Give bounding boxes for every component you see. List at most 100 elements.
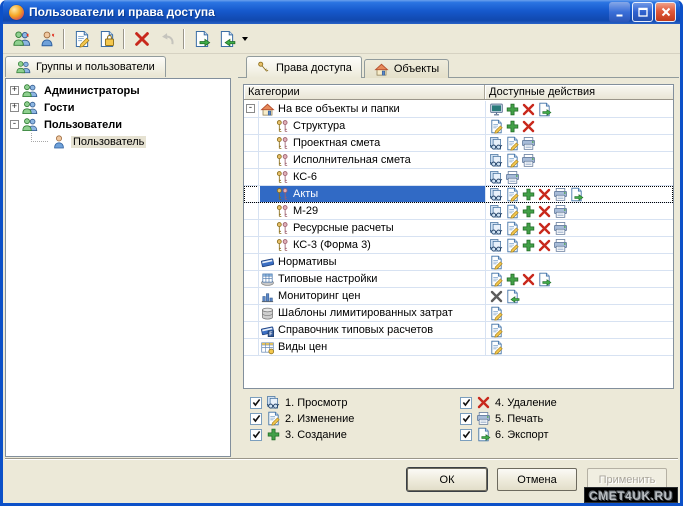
category-row[interactable]: КС-6 (244, 169, 673, 186)
tree-item[interactable]: - Пользователи (6, 116, 230, 133)
row-gutter (244, 254, 259, 270)
keys-icon (275, 221, 290, 236)
actions-cell (485, 305, 673, 321)
checkbox-checked[interactable] (250, 396, 262, 409)
ok-button[interactable]: ОК (407, 468, 487, 491)
category-row[interactable]: М-29 (244, 203, 673, 220)
checkbox-checked[interactable] (460, 412, 472, 425)
undo-button[interactable] (154, 26, 179, 51)
category-row[interactable]: Исполнительная смета (244, 152, 673, 169)
tree-item[interactable]: Пользователь (6, 133, 230, 150)
user-icon (51, 134, 67, 150)
checkbox-checked[interactable] (460, 428, 472, 441)
undo-icon (158, 30, 176, 48)
minimize-icon (616, 14, 622, 17)
checkbox-checked[interactable] (250, 412, 262, 425)
row-gutter (244, 186, 259, 202)
expander-plus-icon[interactable]: + (10, 86, 19, 95)
monitor-icon (489, 102, 504, 117)
category-row[interactable]: Ресурсные расчеты (244, 220, 673, 237)
tab-access-rights[interactable]: Права доступа (246, 56, 362, 78)
category-row[interactable]: Типовые настройки (244, 271, 673, 288)
home-icon (260, 102, 275, 117)
delete-icon (133, 30, 151, 48)
keys-icon (275, 153, 290, 168)
tree-item-label: Пользователь (71, 135, 147, 148)
category-row[interactable]: Виды цен (244, 339, 673, 356)
maximize-button[interactable] (632, 2, 653, 22)
actions-cell (485, 101, 673, 117)
tree-item[interactable]: + Администраторы (6, 82, 230, 99)
chart-icon (260, 289, 275, 304)
category-row[interactable]: КС-3 (Форма 3) (244, 237, 673, 254)
category-row[interactable]: Справочник типовых расчетов (244, 322, 673, 339)
delete-icon (521, 119, 536, 134)
lock-rights-button[interactable] (94, 26, 119, 51)
edit-icon (505, 187, 520, 202)
category-row[interactable]: Нормативы (244, 254, 673, 271)
category-row[interactable]: - На все объекты и папки (244, 101, 673, 118)
checkbox-checked[interactable] (250, 428, 262, 441)
actions-cell (485, 237, 673, 253)
add-user-icon (38, 30, 56, 48)
category-label: Шаблоны лимитированных затрат (278, 307, 453, 319)
add-group-button[interactable] (9, 26, 34, 51)
tab-groups-and-users[interactable]: Группы и пользователи (5, 56, 166, 77)
edit-rights-button[interactable] (69, 26, 94, 51)
expander-plus-icon[interactable]: + (10, 103, 19, 112)
view-icon (489, 221, 504, 236)
category-row[interactable]: Мониторинг цен (244, 288, 673, 305)
import-icon (218, 30, 236, 48)
keys-icon (275, 238, 290, 253)
print-icon (553, 221, 568, 236)
category-row[interactable]: Шаблоны лимитированных затрат (244, 305, 673, 322)
toolbar-dropdown-arrow[interactable] (242, 36, 248, 41)
import-icon (505, 289, 520, 304)
legend-label: 4. Удаление (495, 396, 557, 409)
category-label: Ресурсные расчеты (293, 222, 394, 234)
tree-item-label: Гости (44, 101, 75, 114)
cancel-button[interactable]: Отмена (497, 468, 577, 491)
column-header-categories[interactable]: Категории (244, 85, 485, 99)
actions-cell (485, 135, 673, 151)
keys-icon (275, 170, 290, 185)
minimize-button[interactable] (609, 2, 630, 22)
row-gutter (244, 237, 259, 253)
add-user-button[interactable] (34, 26, 59, 51)
row-gutter (244, 220, 259, 236)
row-gutter (244, 288, 259, 304)
create-icon (521, 187, 536, 202)
import-button[interactable] (214, 26, 239, 51)
tab-objects[interactable]: Объекты (363, 59, 450, 78)
column-header-actions[interactable]: Доступные действия (485, 85, 673, 99)
category-label: Исполнительная смета (293, 154, 411, 166)
actions-cell (485, 203, 673, 219)
category-row[interactable]: Структура (244, 118, 673, 135)
tree-connector (31, 133, 48, 142)
row-gutter (244, 203, 259, 219)
close-button[interactable] (655, 2, 676, 22)
right-tabstrip: Права доступа Объекты (246, 56, 450, 78)
expander-minus-icon[interactable]: - (10, 120, 19, 129)
edit-icon (489, 340, 504, 355)
row-gutter (244, 305, 259, 321)
actions-cell (485, 186, 673, 202)
category-label: Типовые настройки (278, 273, 378, 285)
category-label: На все объекты и папки (278, 103, 400, 115)
tree-item[interactable]: + Гости (6, 99, 230, 116)
category-row[interactable]: Акты (244, 186, 673, 203)
delete-icon (537, 187, 552, 202)
export-button[interactable] (189, 26, 214, 51)
legend-label: 5. Печать (495, 412, 544, 425)
delete-icon (537, 221, 552, 236)
category-row[interactable]: Проектная смета (244, 135, 673, 152)
watermark: CMET4UK.RU (584, 487, 678, 503)
category-label: КС-3 (Форма 3) (293, 239, 371, 251)
delete-icon (537, 238, 552, 253)
expander-minus-icon[interactable]: - (246, 104, 255, 113)
actions-cell (485, 118, 673, 134)
delete-button[interactable] (129, 26, 154, 51)
keys-icon (275, 204, 290, 219)
legend-item: 6. Экспорт (460, 427, 549, 442)
checkbox-checked[interactable] (460, 396, 472, 409)
